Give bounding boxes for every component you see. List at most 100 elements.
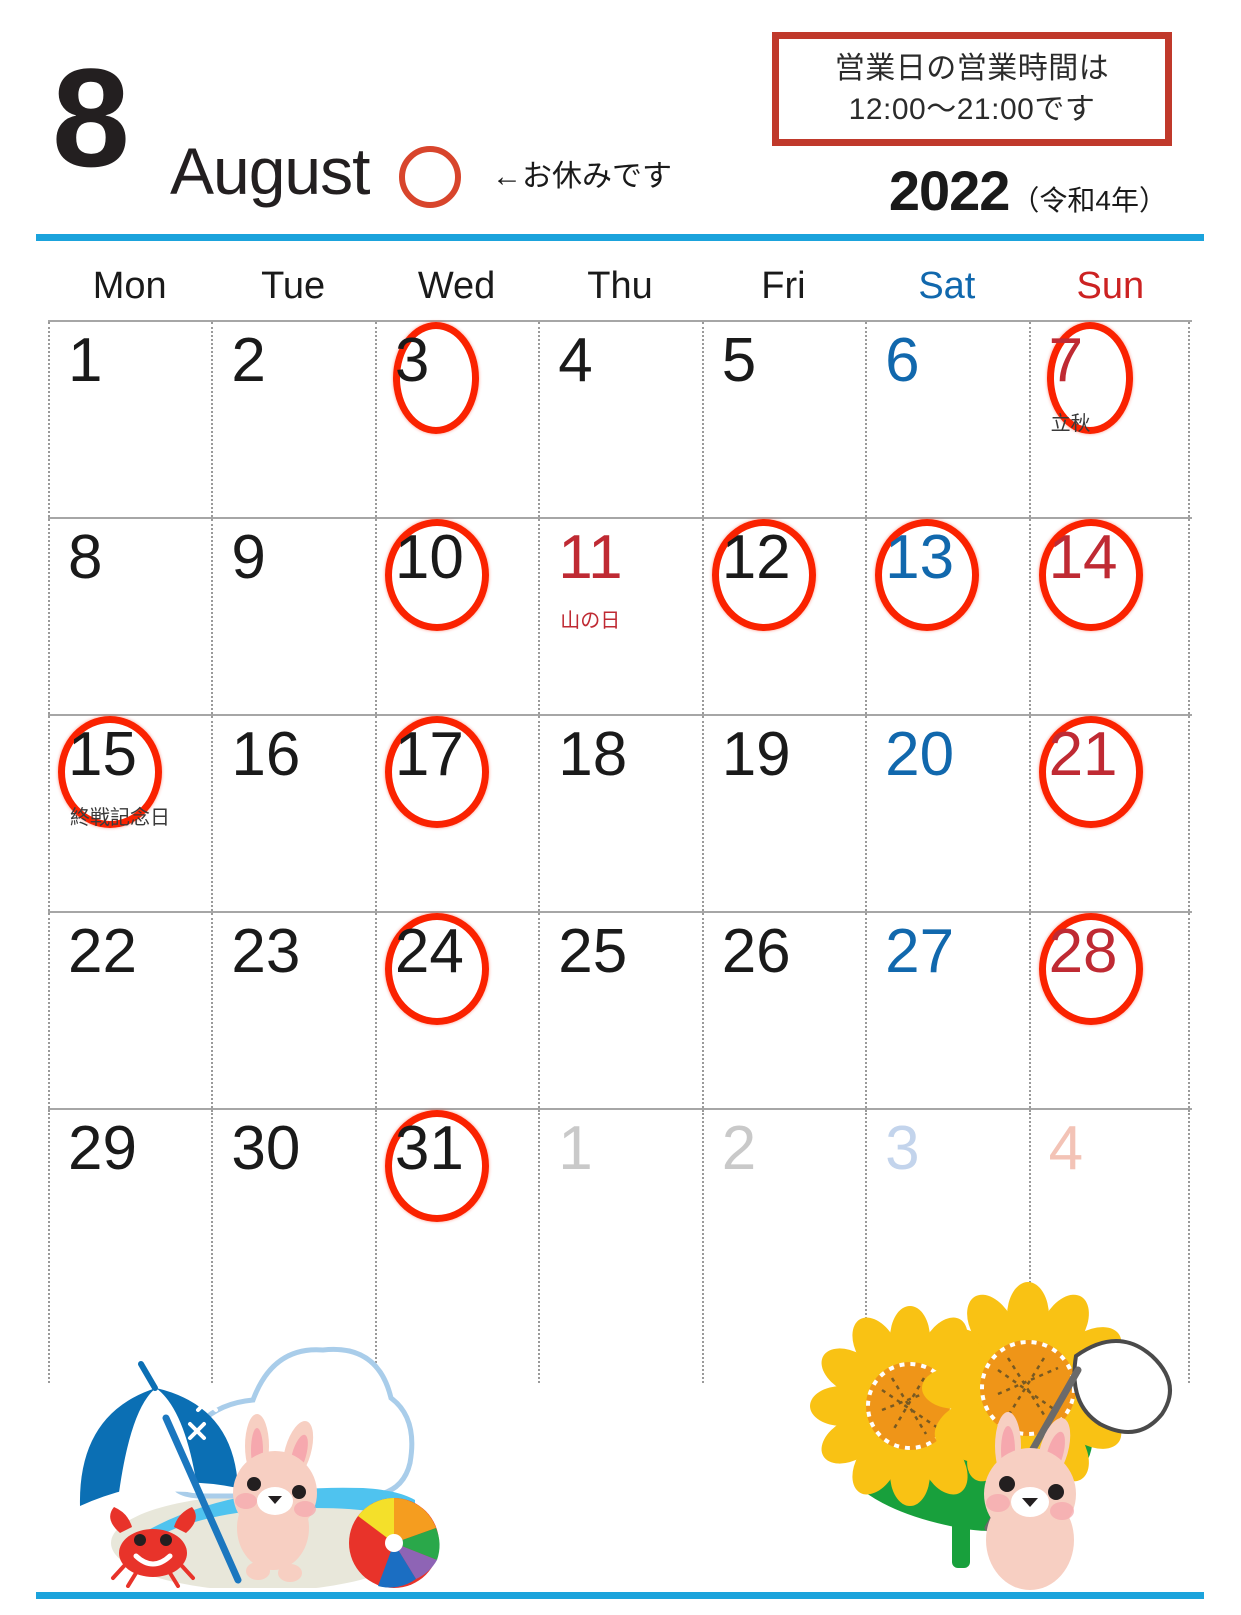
business-hours-notice: 営業日の営業時間は 12:00〜21:00です [772,32,1172,146]
day-cell[interactable]: 3 [374,322,538,517]
year-label: 2022 （令和4年） [889,163,1167,219]
day-number: 3 [885,1114,920,1183]
day-number: 16 [231,720,301,789]
day-number: 8 [68,523,103,592]
day-cell[interactable]: 26 [701,913,865,1108]
day-note: 立秋 [1050,413,1091,435]
day-number: 12 [721,523,791,592]
day-cell[interactable]: 2 [211,322,374,517]
day-cell[interactable]: 29 [48,1110,211,1383]
day-number: 17 [394,720,464,789]
weekday-header-wed: Wed [417,265,496,307]
day-cell[interactable]: 1 [538,1110,701,1383]
weekday-header-fri: Fri [761,265,806,307]
calendar-header: 8 August ←お休みです 営業日の営業時間は 12:00〜21:00です … [0,0,1241,232]
day-number: 1 [68,326,103,395]
day-cell[interactable]: 14 [1028,519,1192,714]
month-name: August [170,134,370,208]
weekday-header-mon: Mon [92,265,167,307]
day-cell[interactable]: 16 [211,716,374,911]
day-cell[interactable]: 31 [374,1110,538,1383]
day-number: 19 [721,720,791,789]
day-cell[interactable]: 11 山の日 [538,519,701,714]
day-number: 11 [558,523,623,592]
day-number: 7 [1048,326,1084,395]
day-cell[interactable]: 2 [701,1110,865,1383]
day-number: 30 [231,1114,301,1183]
weekday-header-sat: Sat [918,265,976,307]
day-number: 6 [885,326,920,395]
month-number: 8 [52,39,130,196]
weekday-header-thu: Thu [587,265,653,307]
legend-closed-note: ←お休みです [492,160,672,193]
day-number: 1 [558,1114,593,1183]
day-number: 10 [394,523,464,592]
week-row: 8 9 10 11 山の日 12 13 14 [48,517,1192,714]
day-cell[interactable]: 30 [211,1110,374,1383]
weekday-header-sun: Sun [1076,265,1145,307]
day-number: 21 [1048,720,1118,789]
bottom-divider [36,1592,1204,1599]
weekday-header-row: Mon Tue Wed Thu Fri Sat Sun [48,252,1192,320]
week-row: 29 30 31 1 2 3 4 [48,1108,1192,1383]
day-number: 28 [1048,917,1118,986]
day-cell[interactable]: 27 [865,913,1028,1108]
day-number: 2 [231,326,266,395]
day-number: 5 [721,326,757,395]
day-number: 23 [231,917,301,986]
day-number: 26 [721,917,791,986]
day-cell[interactable]: 1 [48,322,211,517]
day-number: 15 [68,720,137,789]
day-number: 24 [394,917,464,986]
day-number: 18 [558,720,628,789]
year-number: 2022 [888,159,1011,222]
day-number: 13 [885,523,955,592]
day-number: 29 [68,1114,137,1183]
day-cell[interactable]: 25 [538,913,701,1108]
day-cell[interactable]: 10 [374,519,538,714]
day-number: 4 [558,326,593,395]
day-cell[interactable]: 24 [374,913,538,1108]
day-cell[interactable]: 6 [865,322,1028,517]
day-number: 27 [885,917,955,986]
day-number: 20 [885,720,955,789]
day-cell[interactable]: 19 [701,716,865,911]
day-cell[interactable]: 15 終戦記念日 [48,716,211,911]
year-era: （令和4年） [1011,185,1167,216]
day-cell[interactable]: 28 [1028,913,1192,1108]
calendar-page: 8 August ←お休みです 営業日の営業時間は 12:00〜21:00です … [0,0,1241,1615]
day-number: 3 [394,326,430,395]
day-cell[interactable]: 22 [48,913,211,1108]
day-cell[interactable]: 17 [374,716,538,911]
red-circle-icon [399,146,461,208]
day-number: 2 [721,1114,757,1183]
day-number: 14 [1048,523,1118,592]
day-number: 22 [68,917,137,986]
top-divider [36,234,1204,241]
day-note: 山の日 [560,610,621,632]
business-hours-line-1: 営業日の営業時間は [834,51,1110,85]
day-cell[interactable]: 8 [48,519,211,714]
day-cell[interactable]: 4 [1028,1110,1192,1383]
day-cell[interactable]: 5 [701,322,865,517]
day-cell[interactable]: 4 [538,322,701,517]
day-cell[interactable]: 7 立秋 [1028,322,1192,517]
day-number: 4 [1048,1114,1084,1183]
day-cell[interactable]: 20 [865,716,1028,911]
calendar-grid: Mon Tue Wed Thu Fri Sat Sun 1 2 3 4 5 6 7 立秋 8 9 10 11 山の日… [48,252,1192,1582]
day-number: 9 [231,523,266,592]
day-cell[interactable]: 13 [865,519,1028,714]
day-cell[interactable]: 18 [538,716,701,911]
business-hours-line-2: 12:00〜21:00です [848,93,1096,126]
day-note: 終戦記念日 [70,807,170,829]
day-cell[interactable]: 9 [211,519,374,714]
weekday-header-tue: Tue [261,265,326,307]
week-row: 22 23 24 25 26 27 28 [48,911,1192,1108]
weeks-grid: 1 2 3 4 5 6 7 立秋 8 9 10 11 山の日 12 13 14 15 終戦記念日 16 17 18 19 2… [48,320,1192,1582]
day-cell[interactable]: 21 [1028,716,1192,911]
day-cell[interactable]: 23 [211,913,374,1108]
day-number: 31 [394,1114,464,1183]
day-cell[interactable]: 3 [865,1110,1028,1383]
day-cell[interactable]: 12 [701,519,865,714]
week-row: 15 終戦記念日 16 17 18 19 20 21 [48,714,1192,911]
